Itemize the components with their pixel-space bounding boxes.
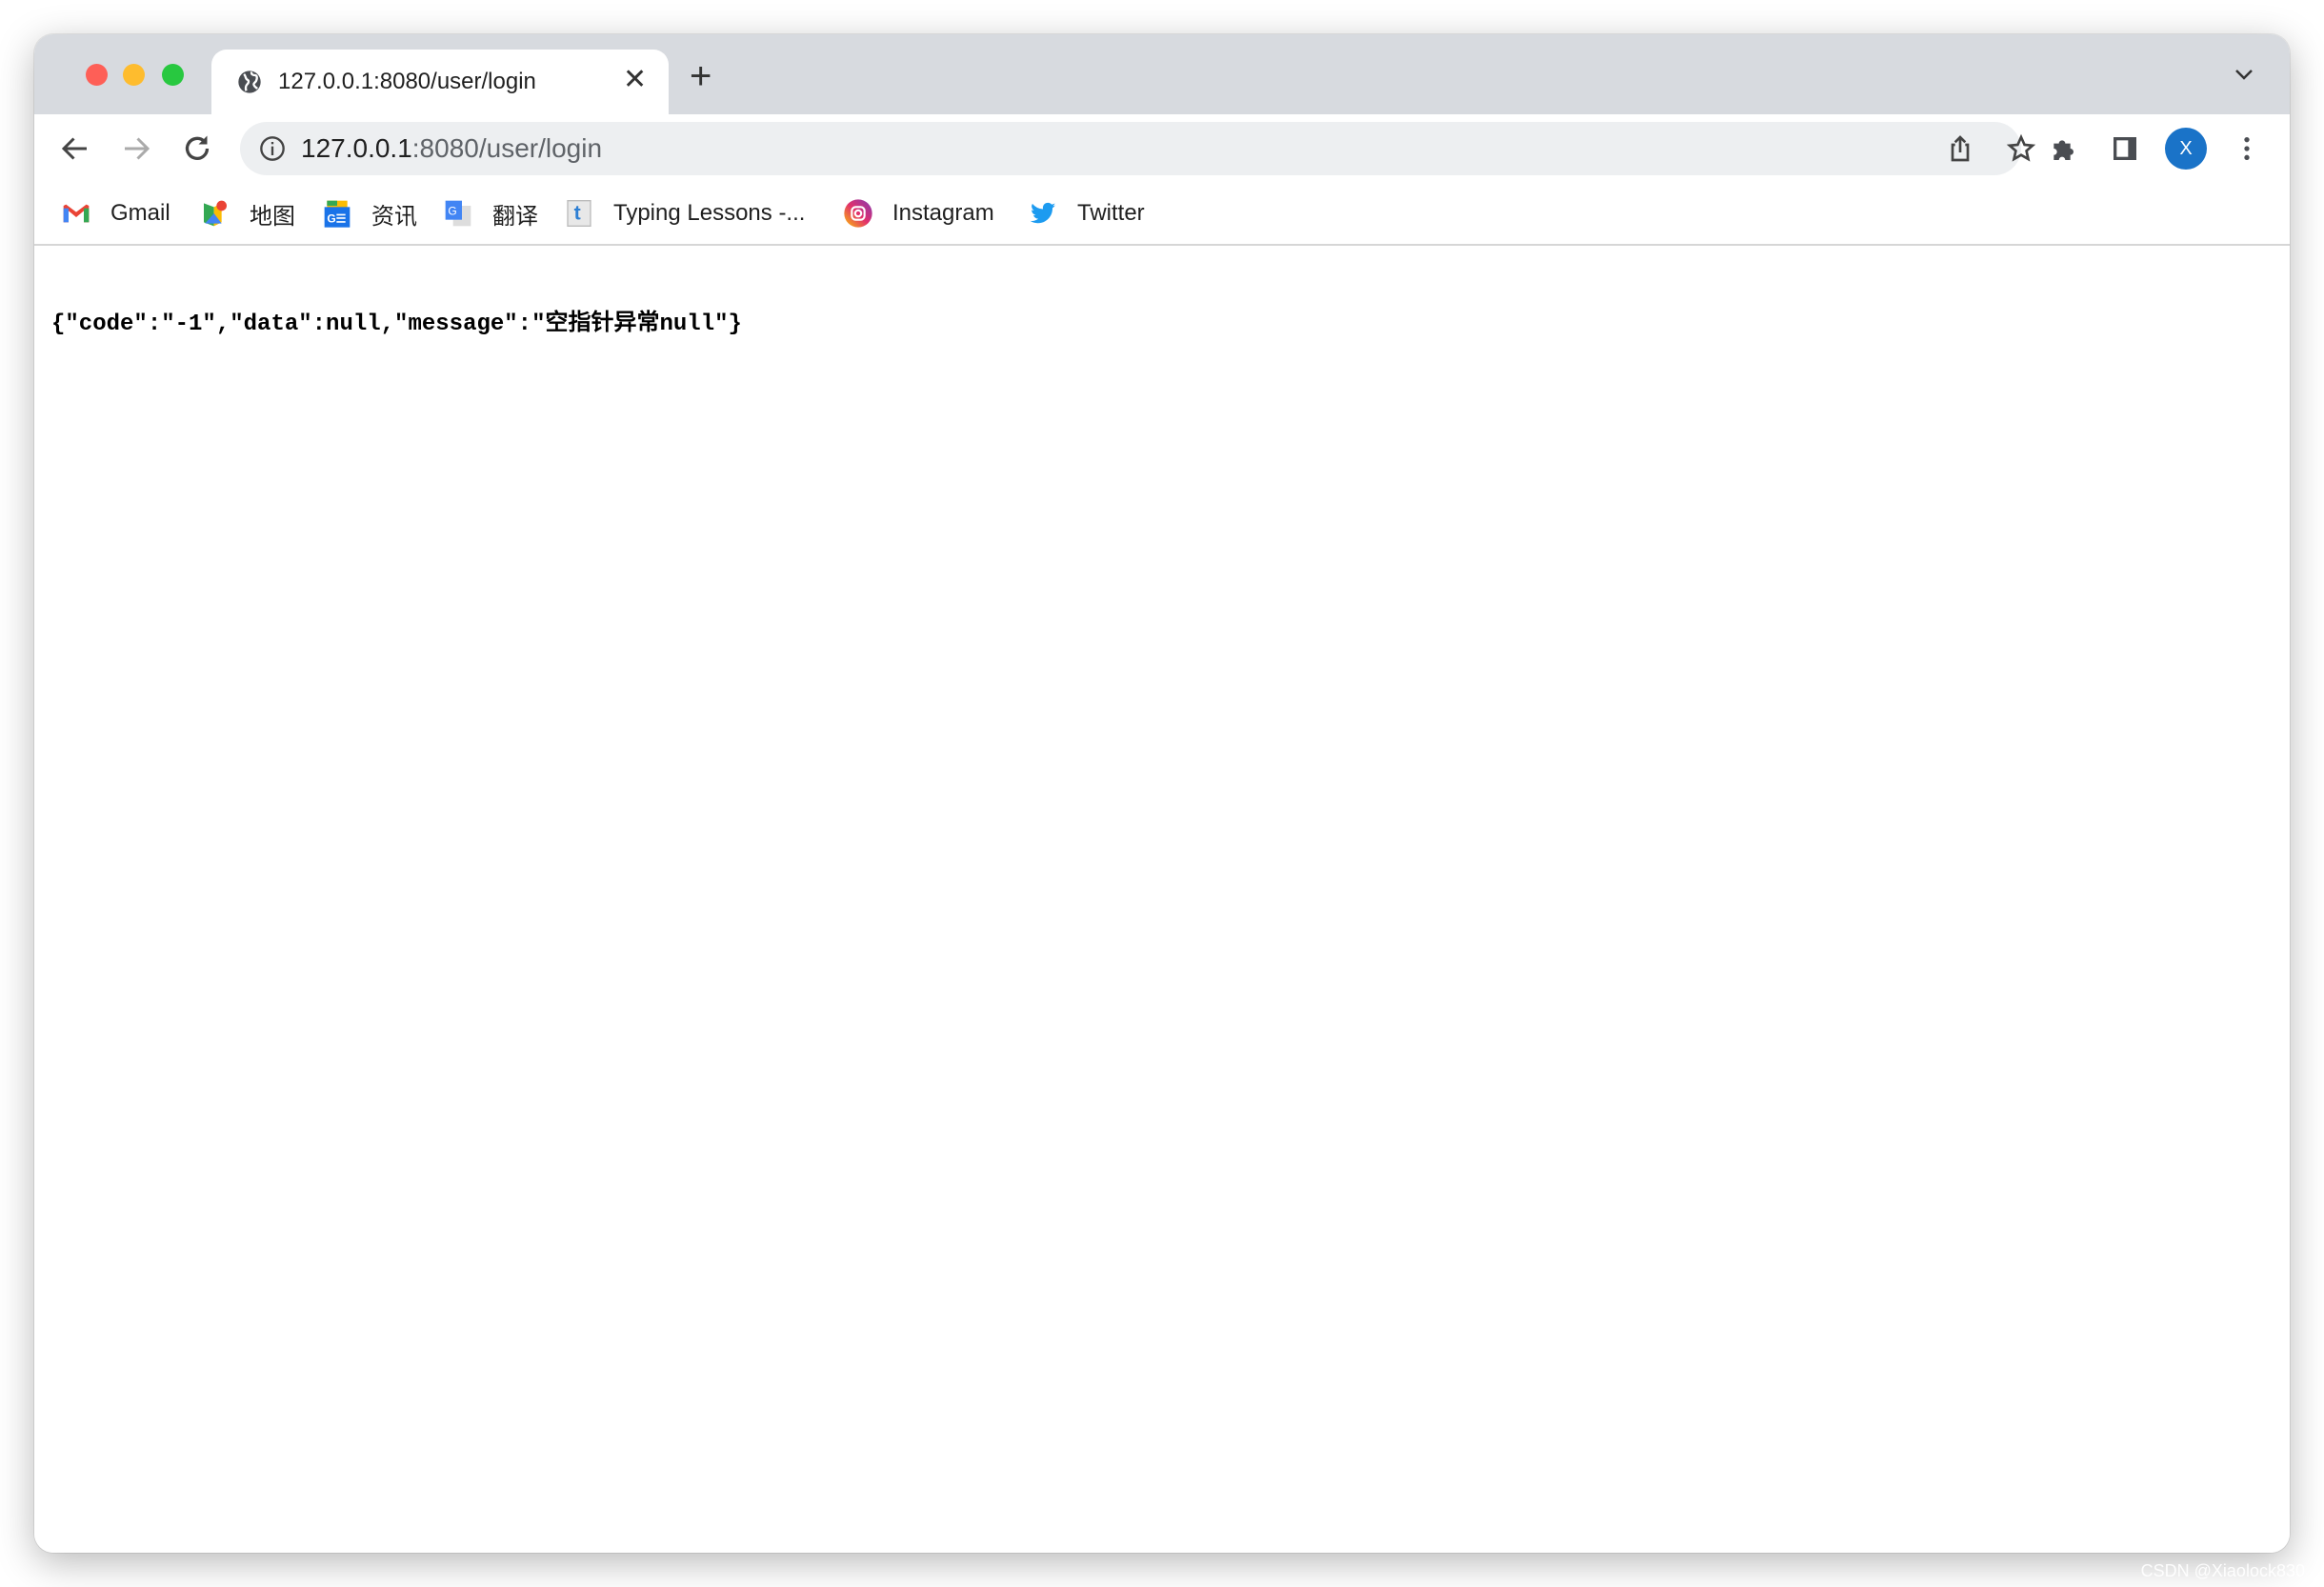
twitter-icon xyxy=(1030,202,1056,224)
maximize-window-button[interactable] xyxy=(162,64,184,86)
address-bar[interactable]: 127.0.0.1:8080/user/login xyxy=(240,122,2036,175)
typing-t-icon: t xyxy=(567,200,591,227)
json-response-text: {"code":"-1","data":null,"message":"空指针异… xyxy=(51,311,742,337)
gmail-icon xyxy=(63,204,90,223)
svg-text:G: G xyxy=(448,204,456,217)
share-icon[interactable] xyxy=(1945,133,1975,164)
bookmark-twitter[interactable]: Twitter xyxy=(1028,194,1145,232)
url-text[interactable]: 127.0.0.1:8080/user/login xyxy=(301,131,602,166)
forward-arrow-icon[interactable] xyxy=(119,131,153,166)
bookmark-star-icon[interactable] xyxy=(2006,133,2036,164)
extensions-puzzle-icon[interactable] xyxy=(2049,133,2079,164)
side-panel-icon[interactable] xyxy=(2110,133,2140,164)
instagram-icon xyxy=(844,199,872,228)
tab-strip: 127.0.0.1:8080/user/login ✕ + xyxy=(34,34,2290,114)
info-icon[interactable] xyxy=(259,135,286,162)
browser-window: 127.0.0.1:8080/user/login ✕ + 127.0.0.1:… xyxy=(34,34,2290,1553)
tab-title: 127.0.0.1:8080/user/login xyxy=(278,69,536,94)
page-content: {"code":"-1","data":null,"message":"空指针异… xyxy=(34,246,2290,1553)
bookmark-news[interactable]: G☰ 资讯 xyxy=(322,194,417,232)
google-maps-icon xyxy=(204,200,227,227)
plus-icon[interactable]: + xyxy=(690,57,711,95)
close-window-button[interactable] xyxy=(86,64,108,86)
globe-icon xyxy=(238,70,261,93)
minimize-window-button[interactable] xyxy=(123,64,145,86)
close-icon[interactable]: ✕ xyxy=(623,63,647,97)
bookmark-instagram[interactable]: Instagram xyxy=(843,194,994,232)
bookmark-maps[interactable]: 地图 xyxy=(200,194,295,232)
google-news-icon: G☰ xyxy=(324,200,351,228)
back-arrow-icon[interactable] xyxy=(58,131,92,166)
reload-icon[interactable] xyxy=(180,131,214,166)
more-menu-icon[interactable] xyxy=(2232,133,2262,164)
toolbar: 127.0.0.1:8080/user/login X xyxy=(34,114,2290,183)
watermark: CSDN @Xiaolock830 xyxy=(2140,1561,2305,1580)
bookmark-gmail[interactable]: Gmail xyxy=(61,194,170,232)
profile-avatar[interactable]: X xyxy=(2165,128,2207,170)
google-translate-icon: G xyxy=(445,200,471,227)
bookmark-typing-lessons[interactable]: t Typing Lessons -... xyxy=(564,194,805,232)
url-path: :8080/user/login xyxy=(411,133,603,163)
tab-active[interactable]: 127.0.0.1:8080/user/login ✕ xyxy=(211,50,669,114)
bookmark-translate[interactable]: G 翻译 xyxy=(443,194,538,232)
svg-text:t: t xyxy=(574,202,581,225)
chevron-down-icon[interactable] xyxy=(2233,63,2255,86)
svg-text:G☰: G☰ xyxy=(327,211,346,225)
url-host: 127.0.0.1 xyxy=(301,133,412,163)
bookmarks-bar: Gmail 地图 G☰ 资讯 G 翻译 t Typing Lessons -..… xyxy=(34,183,2290,246)
